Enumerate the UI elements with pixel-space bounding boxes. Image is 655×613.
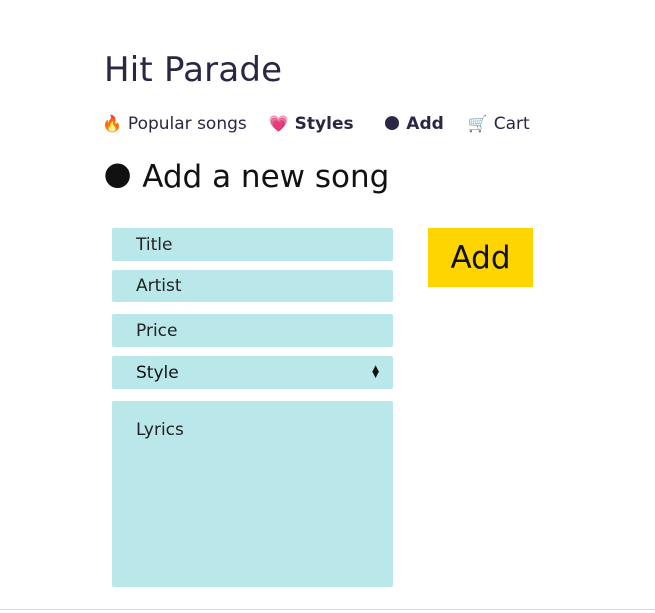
- nav-item-label: Cart: [493, 114, 530, 134]
- bottom-divider: [0, 609, 655, 610]
- style-select[interactable]: Style ▲ ▼: [112, 356, 393, 389]
- moon-icon: 🌑: [103, 160, 133, 193]
- section-heading-text: Add a new song: [142, 159, 390, 195]
- price-input[interactable]: [112, 314, 393, 347]
- artist-input[interactable]: [112, 270, 393, 302]
- fire-icon: 🔥: [102, 114, 122, 133]
- add-song-button[interactable]: Add: [428, 228, 533, 287]
- nav-item-label: Popular songs: [127, 114, 247, 134]
- moon-icon: 🌑: [383, 114, 401, 133]
- style-select-value: Style: [136, 362, 179, 383]
- main-nav: 🔥 Popular songs 💗 Styles 🌑 Add 🛒 Cart: [102, 112, 530, 136]
- title-input[interactable]: [112, 228, 393, 261]
- nav-item-cart[interactable]: 🛒 Cart: [468, 114, 530, 134]
- nav-item-label: Styles: [294, 114, 354, 134]
- select-arrows-icon: ▲ ▼: [372, 364, 379, 380]
- lyrics-textarea[interactable]: [112, 401, 393, 587]
- section-heading: 🌑 Add a new song: [103, 158, 389, 196]
- app-title: Hit Parade: [104, 50, 283, 90]
- page: Hit Parade 🔥 Popular songs 💗 Styles 🌑 Ad…: [0, 0, 655, 613]
- heart-icon: 💗: [268, 114, 289, 133]
- nav-item-add[interactable]: 🌑 Add: [384, 114, 444, 134]
- cart-icon: 🛒: [467, 114, 488, 133]
- nav-item-styles[interactable]: 💗 Styles: [269, 114, 354, 134]
- nav-item-label: Add: [406, 114, 444, 134]
- nav-item-popular-songs[interactable]: 🔥 Popular songs: [102, 114, 247, 134]
